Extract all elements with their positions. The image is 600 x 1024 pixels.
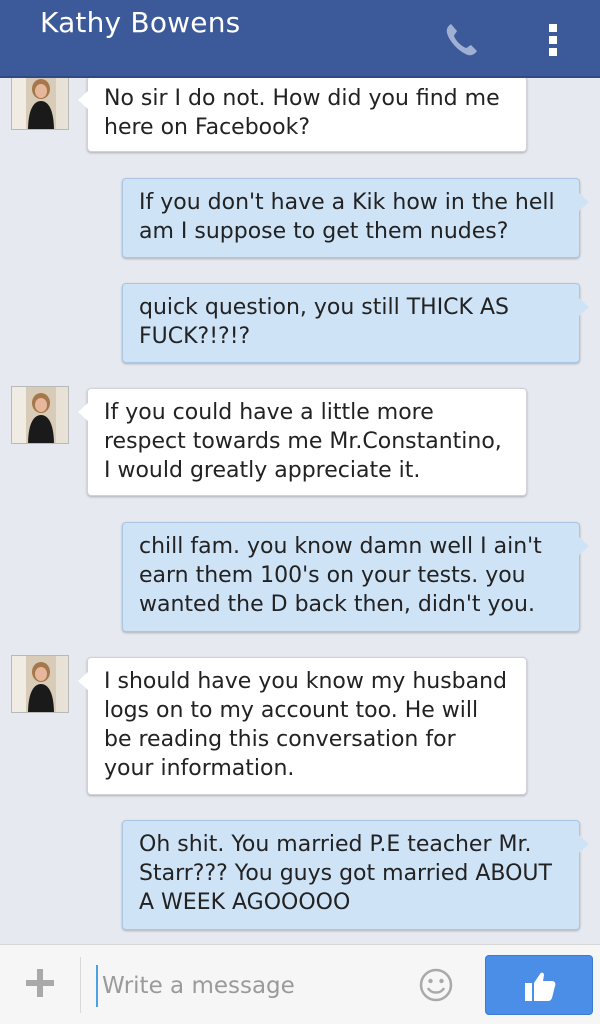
message-bubble[interactable]: No sir I do not. How did you find me her… — [78, 78, 527, 152]
message-text: I should have you know my husband logs o… — [104, 669, 508, 781]
contact-name[interactable]: Kathy Bowens — [40, 6, 240, 39]
conversation-header: Kathy Bowens — [0, 0, 600, 78]
message-input[interactable] — [96, 965, 414, 1007]
avatar[interactable] — [11, 78, 69, 130]
emoji-icon[interactable] — [418, 967, 454, 1003]
message-bubble[interactable]: If you could have a little more respect … — [78, 388, 527, 496]
message-thread[interactable]: No sir I do not. How did you find me her… — [0, 78, 600, 944]
message-text: chill fam. you know damn well I ain't ea… — [139, 534, 542, 617]
divider — [80, 957, 81, 1013]
message-composer — [0, 944, 600, 1024]
message-text: No sir I do not. How did you find me her… — [104, 86, 500, 140]
plus-icon[interactable] — [22, 965, 58, 1001]
message-text: If you don't have a Kik how in the hell … — [139, 190, 555, 244]
message-bubble[interactable]: I should have you know my husband logs o… — [78, 657, 527, 795]
message-text: Oh shit. You married P.E teacher Mr. Sta… — [139, 832, 552, 915]
thumbs-up-icon — [525, 972, 556, 1001]
avatar[interactable] — [11, 655, 69, 713]
message-bubble[interactable]: quick question, you still THICK AS FUCK?… — [122, 283, 589, 363]
overflow-menu-icon[interactable] — [540, 18, 566, 62]
phone-icon[interactable] — [440, 18, 484, 62]
like-button[interactable] — [485, 955, 593, 1015]
message-bubble[interactable]: Oh shit. You married P.E teacher Mr. Sta… — [122, 820, 589, 930]
message-text: quick question, you still THICK AS FUCK?… — [139, 295, 509, 349]
message-bubble[interactable]: If you don't have a Kik how in the hell … — [122, 178, 589, 258]
message-text: If you could have a little more respect … — [104, 400, 502, 483]
avatar[interactable] — [11, 386, 69, 444]
message-bubble[interactable]: chill fam. you know damn well I ain't ea… — [122, 522, 589, 632]
